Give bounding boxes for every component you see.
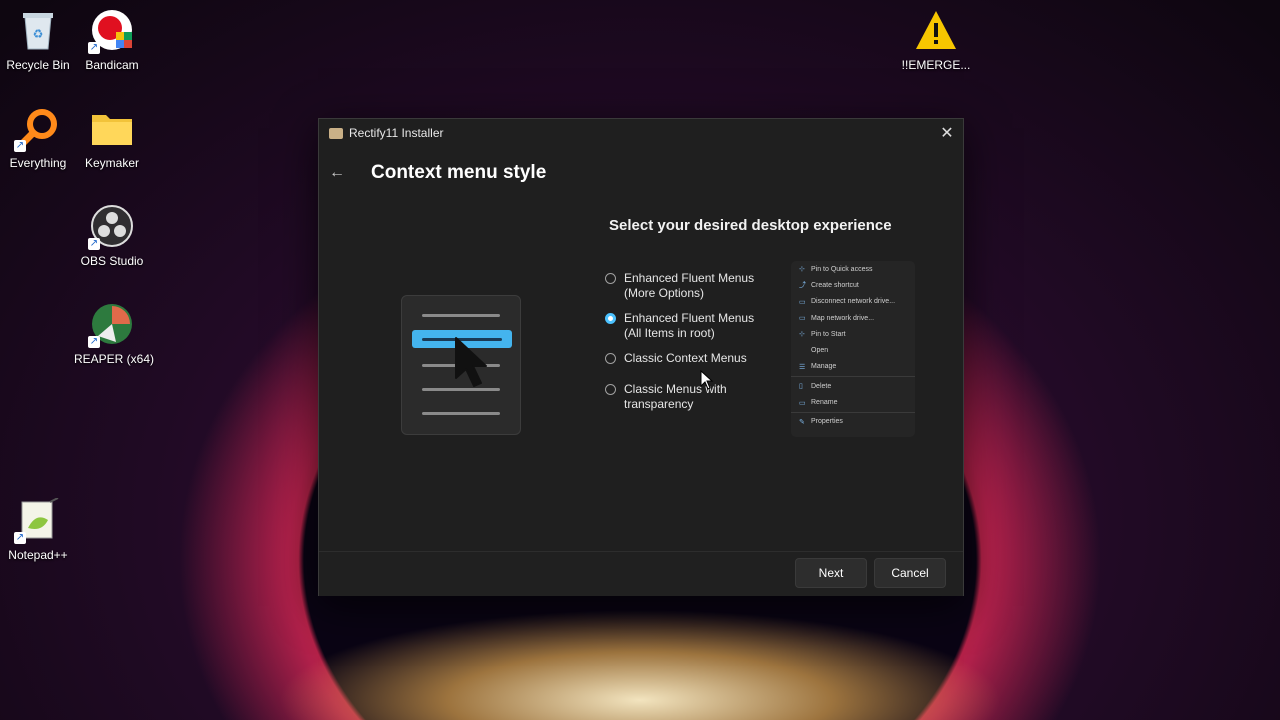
back-arrow-icon: ← (329, 164, 345, 181)
reaper-icon: ↗ (88, 302, 134, 348)
desktop-icon-notepad-plus-plus[interactable]: ↗ Notepad++ (0, 498, 76, 562)
title-bar[interactable]: Rectify11 Installer ✕ (319, 119, 963, 147)
context-menu-illustration-icon (401, 295, 521, 435)
desktop-icon-keymaker[interactable]: Keymaker (74, 106, 150, 170)
desktop-icon-label: Keymaker (84, 156, 140, 170)
preview-item: ▭ Map network drive... (799, 314, 875, 323)
preview-item: ⊹ Pin to Start (799, 330, 846, 339)
preview-item: Open (811, 347, 829, 355)
desktop-icon-bandicam[interactable]: ↗ Bandicam (74, 8, 150, 72)
context-menu-preview: ⊹ Pin to Quick access ⤴ Create shortcut ▭ D… (791, 261, 915, 437)
svg-text:♻: ♻ (33, 27, 44, 41)
shortcut-arrow-icon: ↗ (14, 532, 26, 544)
everything-search-icon: ↗ (14, 106, 60, 152)
window-title: Rectify11 Installer (349, 126, 444, 140)
desktop-icon-emergency[interactable]: !!EMERGE... (898, 8, 974, 72)
next-button[interactable]: Next (795, 558, 867, 588)
notepad-plus-plus-icon: ↗ (14, 498, 60, 544)
desktop-icon-label: !!EMERGE... (901, 58, 971, 72)
installer-window: Rectify11 Installer ✕ ← Context menu sty… (318, 118, 964, 596)
mouse-pointer-icon (700, 370, 714, 390)
manage-icon: ☰ (799, 363, 806, 371)
radio-button-selected[interactable] (605, 313, 616, 324)
option-label: Classic Menus with transparency (624, 382, 727, 411)
network-drive-icon: ▭ (799, 298, 806, 306)
properties-icon: ✎ (799, 418, 805, 426)
desktop-icon-label: REAPER (x64) (74, 352, 155, 366)
page-subtitle: Select your desired desktop experience (609, 217, 892, 234)
shortcut-arrow-icon: ↗ (88, 238, 100, 250)
close-button[interactable]: ✕ (931, 119, 963, 147)
option-classic-context-menus[interactable]: Classic Context Menus (605, 351, 774, 366)
preview-item: ⤴ Create shortcut (799, 281, 859, 290)
back-button[interactable]: ← (329, 164, 369, 182)
desktop-icon-recycle-bin[interactable]: ♻ Recycle Bin (0, 8, 76, 72)
preview-separator (791, 376, 915, 378)
folder-icon (90, 106, 134, 150)
preview-item: ✎ Properties (799, 418, 843, 426)
preview-item: ▯ Delete (799, 382, 832, 391)
shortcut-icon: ⤴ (799, 282, 806, 290)
desktop-icon-obs-studio[interactable]: ↗ OBS Studio (74, 204, 150, 268)
app-icon (329, 127, 343, 139)
option-label: Classic Context Menus (624, 351, 747, 365)
page-title: Context menu style (371, 162, 547, 183)
radio-button[interactable] (605, 353, 616, 364)
option-enhanced-more-options[interactable]: Enhanced Fluent Menus (More Options) (605, 271, 774, 301)
desktop-icon-label: Bandicam (85, 58, 139, 72)
shortcut-arrow-icon: ↗ (88, 42, 100, 54)
preview-item: ▭ Rename (799, 399, 838, 407)
page-header: ← Context menu style (319, 153, 546, 193)
desktop-icon-label: OBS Studio (80, 254, 144, 268)
desktop-icon-label: Recycle Bin (6, 58, 70, 72)
desktop-icon-everything[interactable]: ↗ Everything (0, 106, 76, 170)
desktop-icon-label: Everything (9, 156, 67, 170)
obs-studio-icon: ↗ (88, 204, 134, 250)
pin-icon: ⊹ (799, 266, 805, 274)
delete-icon: ▯ (799, 383, 803, 391)
cursor-arrow-icon (455, 337, 487, 387)
option-label: Enhanced Fluent Menus (All Items in root… (624, 311, 755, 340)
option-classic-transparency[interactable]: Classic Menus with transparency (605, 382, 774, 412)
preview-item: ☰ Manage (799, 363, 837, 371)
shortcut-arrow-icon: ↗ (88, 336, 100, 348)
desktop-icon-label: Notepad++ (8, 548, 68, 562)
rename-icon: ▭ (799, 399, 806, 407)
footer-bar: Next Cancel (319, 551, 963, 596)
option-label: Enhanced Fluent Menus (More Options) (624, 271, 755, 300)
pin-icon: ⊹ (799, 331, 805, 339)
radio-button[interactable] (605, 384, 616, 395)
warning-icon (914, 8, 958, 52)
bandicam-icon: ↗ (88, 8, 134, 54)
preview-item: ⊹ Pin to Quick access (799, 265, 873, 274)
map-drive-icon: ▭ (799, 315, 806, 323)
preview-separator (791, 411, 915, 413)
desktop-icon-reaper[interactable]: ↗ REAPER (x64) (74, 302, 155, 366)
preview-item: ▭ Disconnect network drive... (799, 298, 896, 306)
option-enhanced-all-items[interactable]: Enhanced Fluent Menus (All Items in root… (605, 311, 774, 341)
recycle-bin-icon: ♻ (16, 8, 60, 52)
close-icon: ✕ (940, 125, 954, 142)
cancel-button[interactable]: Cancel (874, 558, 946, 588)
radio-button[interactable] (605, 273, 616, 284)
shortcut-arrow-icon: ↗ (14, 140, 26, 152)
context-menu-style-options: Enhanced Fluent Menus (More Options) Enh… (605, 271, 774, 422)
